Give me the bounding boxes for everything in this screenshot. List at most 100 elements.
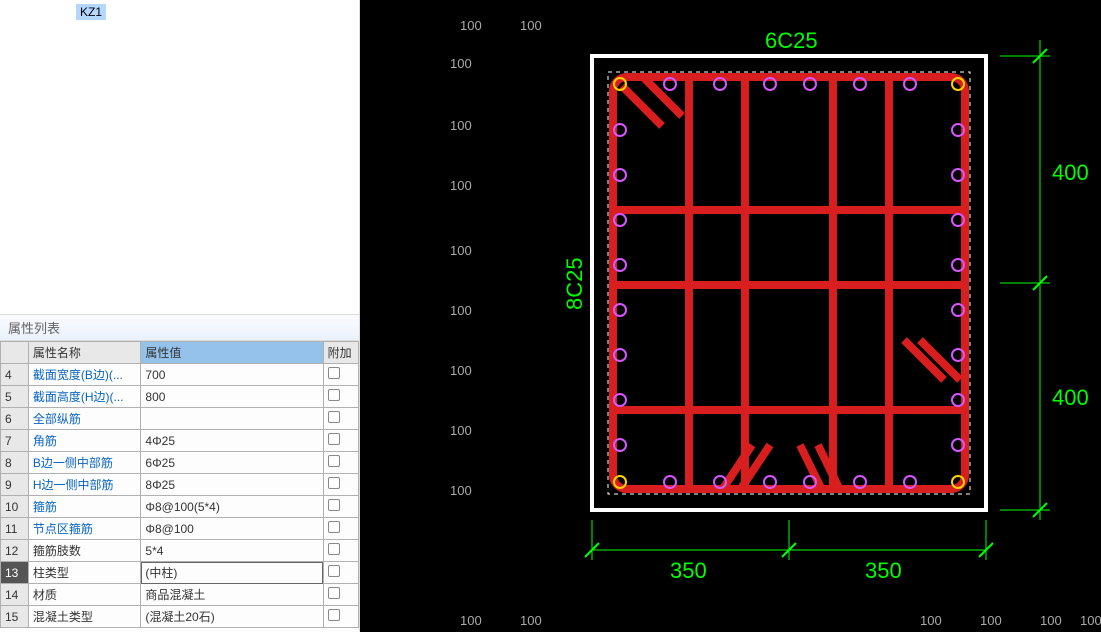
property-name[interactable]: 箍筋 xyxy=(28,496,141,518)
svg-text:100: 100 xyxy=(450,423,472,438)
property-extra[interactable] xyxy=(323,474,358,496)
property-value[interactable]: Φ8@100(5*4) xyxy=(141,496,323,518)
extra-checkbox[interactable] xyxy=(328,367,340,379)
row-number: 14 xyxy=(1,584,29,606)
stirrup-cage xyxy=(613,76,965,490)
row-number: 15 xyxy=(1,606,29,628)
svg-text:350: 350 xyxy=(670,558,707,583)
property-name[interactable]: 混凝土类型 xyxy=(28,606,141,628)
row-number: 12 xyxy=(1,540,29,562)
rownum-header xyxy=(1,342,29,364)
svg-text:100: 100 xyxy=(450,303,472,318)
property-row[interactable]: 9H边一侧中部筋8Φ25 xyxy=(1,474,359,496)
svg-text:100: 100 xyxy=(1040,613,1062,628)
row-number: 5 xyxy=(1,386,29,408)
svg-text:100: 100 xyxy=(450,483,472,498)
property-value[interactable]: Φ8@100 xyxy=(141,518,323,540)
cad-viewport[interactable]: 100 100 100 100 100 100 100 100 100 100 … xyxy=(360,0,1101,632)
property-value[interactable]: 6Φ25 xyxy=(141,452,323,474)
svg-text:350: 350 xyxy=(865,558,902,583)
extra-checkbox[interactable] xyxy=(328,433,340,445)
extra-checkbox[interactable] xyxy=(328,411,340,423)
extra-checkbox[interactable] xyxy=(328,565,340,577)
extra-checkbox[interactable] xyxy=(328,587,340,599)
row-number: 13 xyxy=(1,562,29,584)
component-tree[interactable]: KZ1 xyxy=(0,0,359,315)
property-extra[interactable] xyxy=(323,386,358,408)
h-bar-label: 8C25 xyxy=(562,257,587,310)
row-number: 11 xyxy=(1,518,29,540)
property-extra[interactable] xyxy=(323,364,358,386)
property-value[interactable]: (中柱) xyxy=(141,562,323,584)
property-row[interactable]: 11节点区箍筋Φ8@100 xyxy=(1,518,359,540)
property-name[interactable]: H边一侧中部筋 xyxy=(28,474,141,496)
property-row[interactable]: 7角筋4Φ25 xyxy=(1,430,359,452)
property-name[interactable]: 全部纵筋 xyxy=(28,408,141,430)
col-extra-header[interactable]: 附加 xyxy=(323,342,358,364)
property-name[interactable]: 节点区箍筋 xyxy=(28,518,141,540)
ruler-bottom: 100 100 100 100 100 100 xyxy=(460,613,1101,628)
property-value[interactable]: 5*4 xyxy=(141,540,323,562)
property-extra[interactable] xyxy=(323,452,358,474)
extra-checkbox[interactable] xyxy=(328,521,340,533)
col-value-header[interactable]: 属性值 xyxy=(141,342,323,364)
property-name[interactable]: 截面高度(H边)(... xyxy=(28,386,141,408)
extra-checkbox[interactable] xyxy=(328,543,340,555)
svg-text:100: 100 xyxy=(1080,613,1101,628)
property-extra[interactable] xyxy=(323,496,358,518)
tree-node-kz1[interactable]: KZ1 xyxy=(76,4,106,20)
svg-text:100: 100 xyxy=(520,18,542,33)
extra-checkbox[interactable] xyxy=(328,477,340,489)
row-number: 10 xyxy=(1,496,29,518)
property-extra[interactable] xyxy=(323,562,358,584)
property-list-title: 属性列表 xyxy=(0,315,359,341)
property-row[interactable]: 5截面高度(H边)(...800 xyxy=(1,386,359,408)
property-row[interactable]: 15混凝土类型(混凝土20石) xyxy=(1,606,359,628)
property-extra[interactable] xyxy=(323,584,358,606)
property-extra[interactable] xyxy=(323,540,358,562)
extra-checkbox[interactable] xyxy=(328,499,340,511)
row-number: 7 xyxy=(1,430,29,452)
property-row[interactable]: 14材质商品混凝土 xyxy=(1,584,359,606)
extra-checkbox[interactable] xyxy=(328,609,340,621)
extra-checkbox[interactable] xyxy=(328,455,340,467)
property-row[interactable]: 10箍筋Φ8@100(5*4) xyxy=(1,496,359,518)
svg-text:100: 100 xyxy=(450,363,472,378)
extra-checkbox[interactable] xyxy=(328,389,340,401)
svg-text:100: 100 xyxy=(920,613,942,628)
property-value[interactable]: 800 xyxy=(141,386,323,408)
property-name[interactable]: 柱类型 xyxy=(28,562,141,584)
row-number: 8 xyxy=(1,452,29,474)
row-number: 6 xyxy=(1,408,29,430)
property-name[interactable]: 角筋 xyxy=(28,430,141,452)
property-extra[interactable] xyxy=(323,518,358,540)
dim-right: 400 400 xyxy=(1000,40,1089,520)
svg-text:400: 400 xyxy=(1052,385,1089,410)
property-row[interactable]: 12箍筋肢数5*4 xyxy=(1,540,359,562)
property-value[interactable]: 商品混凝土 xyxy=(141,584,323,606)
property-name[interactable]: 截面宽度(B边)(... xyxy=(28,364,141,386)
property-extra[interactable] xyxy=(323,408,358,430)
property-value[interactable] xyxy=(141,408,323,430)
property-row[interactable]: 4截面宽度(B边)(...700 xyxy=(1,364,359,386)
property-row[interactable]: 6全部纵筋 xyxy=(1,408,359,430)
ruler-top: 100 100 xyxy=(460,18,542,33)
property-name[interactable]: 箍筋肢数 xyxy=(28,540,141,562)
svg-text:100: 100 xyxy=(460,18,482,33)
property-row[interactable]: 13柱类型(中柱) xyxy=(1,562,359,584)
property-extra[interactable] xyxy=(323,606,358,628)
svg-text:100: 100 xyxy=(450,178,472,193)
property-row[interactable]: 8B边一侧中部筋6Φ25 xyxy=(1,452,359,474)
property-value[interactable]: (混凝土20石) xyxy=(141,606,323,628)
svg-text:100: 100 xyxy=(450,118,472,133)
property-value[interactable]: 700 xyxy=(141,364,323,386)
property-value[interactable]: 8Φ25 xyxy=(141,474,323,496)
b-bar-label: 6C25 xyxy=(765,28,818,53)
property-name[interactable]: B边一侧中部筋 xyxy=(28,452,141,474)
property-table[interactable]: 属性名称 属性值 附加 4截面宽度(B边)(...7005截面高度(H边)(..… xyxy=(0,341,359,632)
property-extra[interactable] xyxy=(323,430,358,452)
col-name-header[interactable]: 属性名称 xyxy=(28,342,141,364)
svg-text:100: 100 xyxy=(450,243,472,258)
property-name[interactable]: 材质 xyxy=(28,584,141,606)
property-value[interactable]: 4Φ25 xyxy=(141,430,323,452)
